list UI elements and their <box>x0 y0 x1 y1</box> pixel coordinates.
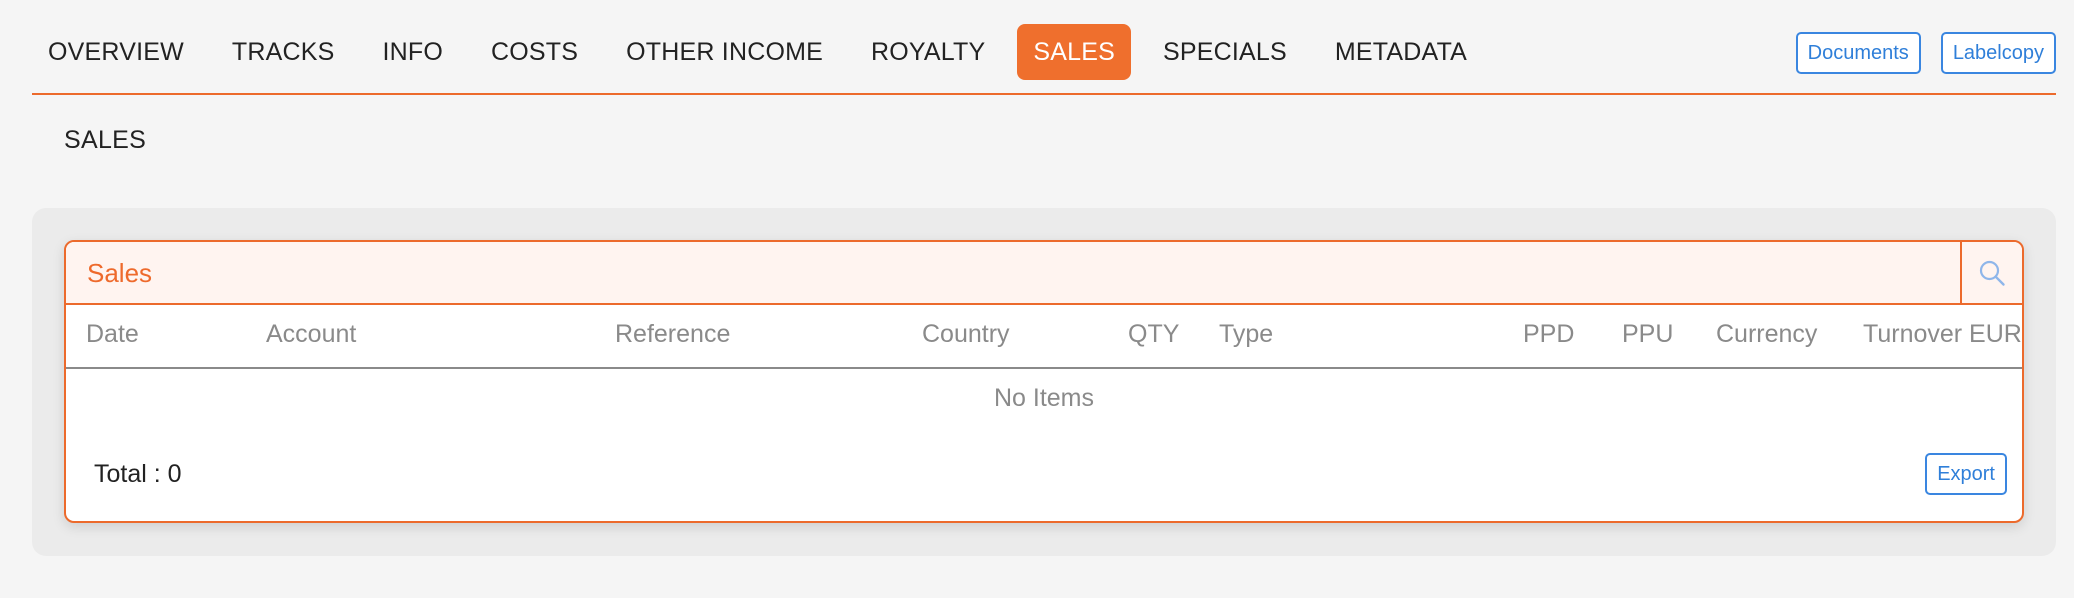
labelcopy-button[interactable]: Labelcopy <box>1940 32 2056 74</box>
column-qty[interactable]: QTY <box>1128 320 1179 349</box>
top-actions: Documents Labelcopy <box>1795 32 2056 74</box>
table-header-row: Date Account Reference Country QTY Type … <box>66 305 2022 369</box>
tab-costs[interactable]: COSTS <box>475 24 594 80</box>
documents-button[interactable]: Documents <box>1795 32 1921 74</box>
tab-sales[interactable]: SALES <box>1017 24 1132 80</box>
tab-tracks[interactable]: TRACKS <box>216 24 351 80</box>
column-type[interactable]: Type <box>1219 320 1273 349</box>
sales-panel: Sales Date Account Reference Country QTY… <box>32 208 2056 556</box>
column-account[interactable]: Account <box>266 320 356 349</box>
tab-royalty[interactable]: ROYALTY <box>855 24 1001 80</box>
column-ppu[interactable]: PPU <box>1622 320 1673 349</box>
sales-table-title: Sales <box>87 258 153 288</box>
column-reference[interactable]: Reference <box>615 320 730 349</box>
export-button[interactable]: Export <box>1925 453 2007 495</box>
sales-table-header: Sales <box>66 242 2022 305</box>
tab-specials[interactable]: SPECIALS <box>1147 24 1303 80</box>
search-icon <box>1979 260 2005 286</box>
column-turnover-eur[interactable]: Turnover EUR <box>1863 320 2022 349</box>
column-currency[interactable]: Currency <box>1716 320 1817 349</box>
tab-overview[interactable]: OVERVIEW <box>32 24 200 80</box>
total-count: Total : 0 <box>94 460 182 488</box>
page-title: SALES <box>64 126 147 154</box>
column-country[interactable]: Country <box>922 320 1010 349</box>
tab-info[interactable]: INFO <box>367 24 460 80</box>
tab-other-income[interactable]: OTHER INCOME <box>610 24 839 80</box>
nav-tabs: OVERVIEW TRACKS INFO COSTS OTHER INCOME … <box>32 24 1499 80</box>
sales-table-card: Sales Date Account Reference Country QTY… <box>64 240 2024 523</box>
column-date[interactable]: Date <box>86 320 139 349</box>
column-ppd[interactable]: PPD <box>1523 320 1574 349</box>
search-button[interactable] <box>1960 242 2022 303</box>
tab-metadata[interactable]: METADATA <box>1319 24 1483 80</box>
empty-state-text: No Items <box>993 384 1095 412</box>
top-navigation: OVERVIEW TRACKS INFO COSTS OTHER INCOME … <box>32 22 2056 95</box>
